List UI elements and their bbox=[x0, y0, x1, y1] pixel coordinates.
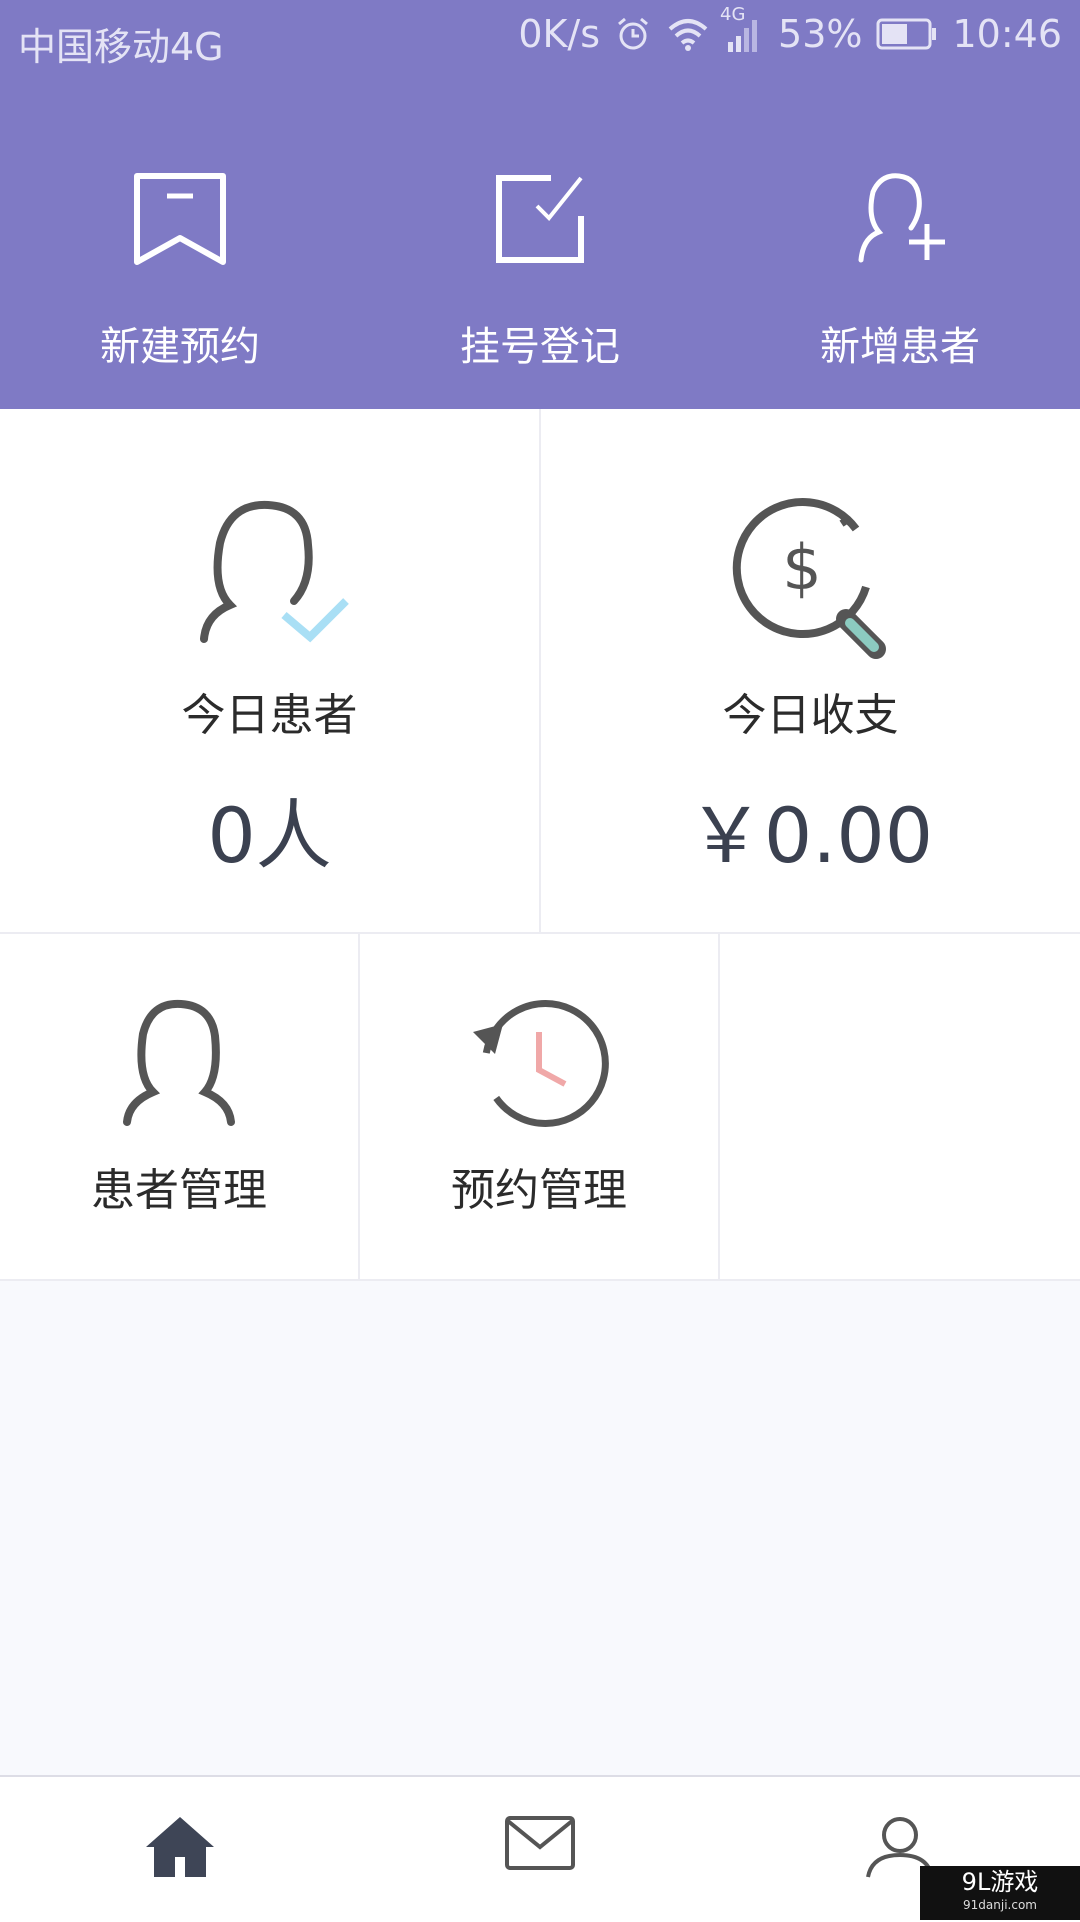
patients-today-title: 今日患者 bbox=[181, 690, 358, 741]
carrier-name: 中国移动4G bbox=[18, 25, 224, 69]
add-user-icon bbox=[858, 173, 945, 263]
wifi-icon bbox=[666, 15, 710, 53]
battery-percent: 53% bbox=[778, 12, 863, 56]
today-stats: 今日患者 0人 $ 今日收支 ￥0.00 bbox=[0, 409, 1080, 934]
watermark-brand: 9L游戏 bbox=[961, 1868, 1039, 1896]
signal-icon: 4G bbox=[720, 4, 764, 54]
registration-button[interactable]: 挂号登记 bbox=[360, 80, 720, 409]
patient-management-label: 患者管理 bbox=[91, 1165, 267, 1216]
patients-today-value: 0人 bbox=[207, 791, 332, 880]
tab-messages[interactable] bbox=[360, 1777, 720, 1922]
history-clock-icon bbox=[473, 999, 609, 1127]
network-type: 4G bbox=[720, 4, 746, 25]
checkbox-icon bbox=[496, 175, 584, 263]
income-today-value: ￥0.00 bbox=[687, 791, 934, 880]
function-menu: 患者管理 预约管理 bbox=[0, 934, 1080, 1281]
quick-actions-bar: 新建预约 挂号登记 新增患者 bbox=[0, 80, 1080, 409]
mail-icon bbox=[505, 1816, 575, 1870]
alarm-icon bbox=[614, 15, 652, 53]
bookmark-icon bbox=[134, 173, 226, 265]
registration-label: 挂号登记 bbox=[460, 324, 620, 370]
bottom-tab-bar bbox=[0, 1775, 1080, 1922]
money-search-icon: $ bbox=[732, 498, 886, 659]
patient-icon bbox=[123, 999, 235, 1126]
tab-home[interactable] bbox=[0, 1777, 360, 1922]
status-bar: 中国移动4G 0K/s 4G 53% 10:46 bbox=[0, 0, 1080, 80]
new-appointment-label: 新建预约 bbox=[100, 324, 260, 370]
add-patient-button[interactable]: 新增患者 bbox=[720, 80, 1080, 409]
appointment-management-label: 预约管理 bbox=[451, 1165, 627, 1216]
svg-text:$: $ bbox=[782, 531, 821, 604]
patient-management-button[interactable]: 患者管理 bbox=[0, 934, 360, 1279]
patient-check-icon bbox=[199, 500, 349, 643]
new-appointment-button[interactable]: 新建预约 bbox=[0, 80, 360, 409]
watermark-logo: 9L游戏 91danji.com bbox=[920, 1866, 1080, 1920]
income-today-card[interactable]: $ 今日收支 ￥0.00 bbox=[541, 409, 1080, 932]
watermark-domain: 91danji.com bbox=[963, 1898, 1037, 1912]
add-patient-label: 新增患者 bbox=[820, 324, 980, 370]
network-speed: 0K/s bbox=[518, 12, 601, 56]
clock-time: 10:46 bbox=[952, 12, 1062, 56]
appointment-management-button[interactable]: 预约管理 bbox=[360, 934, 720, 1279]
empty-menu-slot bbox=[720, 934, 1080, 1279]
battery-icon bbox=[876, 16, 938, 52]
patients-today-card[interactable]: 今日患者 0人 bbox=[0, 409, 541, 932]
home-icon bbox=[146, 1817, 214, 1877]
income-today-title: 今日收支 bbox=[722, 690, 899, 741]
status-icons: 0K/s 4G 53% 10:46 bbox=[518, 4, 1062, 56]
